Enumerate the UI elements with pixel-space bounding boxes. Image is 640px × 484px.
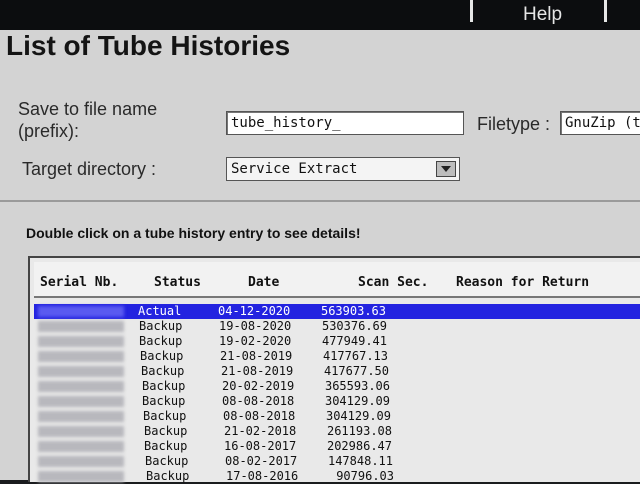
- serial-number-redacted: [38, 306, 124, 317]
- cell-date: 21-08-2019: [221, 364, 294, 378]
- cell-date: 08-02-2017: [225, 454, 298, 468]
- chevron-down-icon[interactable]: [436, 161, 456, 177]
- help-menu[interactable]: Help: [523, 4, 562, 26]
- cell-date: 19-08-2020: [219, 319, 292, 333]
- table-row[interactable]: Backup 19-02-2020 477949.41: [34, 334, 640, 349]
- column-header-date[interactable]: Date: [248, 275, 279, 290]
- table-row[interactable]: Backup 21-08-2019 417677.50: [34, 364, 640, 379]
- cell-date: 17-08-2016: [226, 469, 299, 483]
- top-menu-bar: Help: [0, 0, 640, 30]
- cell-scan-sec: 417767.13: [322, 349, 388, 363]
- cell-status: Backup: [144, 439, 188, 453]
- serial-number-redacted: [38, 381, 124, 392]
- table-row[interactable]: Backup 19-08-2020 530376.69: [34, 319, 640, 334]
- instruction-text: Double click on a tube history entry to …: [26, 225, 361, 241]
- column-header-reason[interactable]: Reason for Return: [456, 275, 589, 290]
- cell-date: 21-02-2018: [224, 424, 297, 438]
- filetype-label: Filetype :: [477, 114, 551, 134]
- table-row[interactable]: Backup 08-08-2018 304129.09: [34, 409, 640, 424]
- target-directory-label: Target directory :: [22, 159, 157, 179]
- table-row[interactable]: Backup 08-02-2017 147848.11: [34, 454, 640, 469]
- cell-scan-sec: 365593.06: [324, 379, 390, 393]
- cell-status: Backup: [142, 394, 186, 408]
- serial-number-redacted: [38, 351, 124, 362]
- cell-scan-sec: 261193.08: [326, 424, 392, 438]
- cell-status: Actual: [138, 304, 182, 318]
- filetype-select[interactable]: GnuZip (txt: [560, 111, 640, 135]
- cell-scan-sec: 90796.03: [336, 469, 394, 483]
- cell-date: 04-12-2020: [218, 304, 291, 318]
- cell-date: 16-08-2017: [224, 439, 297, 453]
- table-row[interactable]: Backup 17-08-2016 90796.03: [34, 469, 640, 484]
- tube-history-table[interactable]: Serial Nb. Status Date Scan Sec. Reason …: [28, 256, 640, 484]
- serial-number-redacted: [38, 426, 124, 437]
- serial-number-redacted: [38, 456, 124, 467]
- table-body: Actual 04-12-2020 563903.63 Backup 19-08-202…: [34, 304, 640, 484]
- page-title: List of Tube Histories: [6, 30, 291, 61]
- table-row[interactable]: Backup 20-02-2019 365593.06: [34, 379, 640, 394]
- cell-status: Backup: [139, 319, 183, 333]
- menu-separator: [604, 0, 607, 22]
- table-row[interactable]: Actual 04-12-2020 563903.63: [34, 304, 640, 319]
- tube-history-window: List of Tube Histories Save to file name…: [0, 30, 640, 484]
- target-directory-value: Service Extract: [231, 161, 358, 177]
- cell-date: 08-08-2018: [223, 409, 296, 423]
- serial-number-redacted: [38, 441, 124, 452]
- cell-scan-sec: 202986.47: [326, 439, 392, 453]
- column-header-scan-sec[interactable]: Scan Sec.: [358, 275, 428, 290]
- serial-number-redacted: [38, 366, 124, 377]
- cell-status: Backup: [146, 469, 190, 483]
- cell-scan-sec: 304129.09: [325, 409, 391, 423]
- cell-status: Backup: [139, 334, 183, 348]
- table-row[interactable]: Backup 21-02-2018 261193.08: [34, 424, 640, 439]
- cell-date: 08-08-2018: [222, 394, 295, 408]
- menu-separator: [470, 0, 473, 22]
- cell-status: Backup: [140, 349, 184, 363]
- cell-scan-sec: 304129.09: [324, 394, 390, 408]
- serial-number-redacted: [38, 411, 124, 422]
- cell-scan-sec: 477949.41: [321, 334, 387, 348]
- cell-status: Backup: [143, 409, 187, 423]
- table-row[interactable]: Backup 21-08-2019 417767.13: [34, 349, 640, 364]
- cell-status: Backup: [141, 364, 185, 378]
- cell-date: 21-08-2019: [220, 349, 293, 363]
- cell-status: Backup: [142, 379, 186, 393]
- cell-scan-sec: 563903.63: [320, 304, 386, 318]
- cell-date: 19-02-2020: [219, 334, 292, 348]
- cell-status: Backup: [144, 424, 188, 438]
- save-filename-label-line2: (prefix):: [18, 121, 80, 141]
- serial-number-redacted: [38, 321, 124, 332]
- table-row[interactable]: Backup 16-08-2017 202986.47: [34, 439, 640, 454]
- table-row[interactable]: Backup 08-08-2018 304129.09: [34, 394, 640, 409]
- cell-scan-sec: 147848.11: [327, 454, 393, 468]
- section-divider: [0, 200, 640, 202]
- filename-prefix-input[interactable]: tube_history_: [226, 111, 464, 135]
- target-directory-select[interactable]: Service Extract: [226, 157, 460, 181]
- serial-number-redacted: [38, 336, 124, 347]
- serial-number-redacted: [38, 396, 124, 407]
- serial-number-redacted: [38, 471, 124, 482]
- cell-scan-sec: 530376.69: [321, 319, 387, 333]
- column-header-status[interactable]: Status: [154, 275, 201, 290]
- cell-scan-sec: 417677.50: [323, 364, 389, 378]
- save-filename-label-line1: Save to file name: [18, 99, 158, 119]
- table-header: Serial Nb. Status Date Scan Sec. Reason …: [34, 262, 640, 298]
- cell-date: 20-02-2019: [222, 379, 295, 393]
- cell-status: Backup: [145, 454, 189, 468]
- save-filename-label: Save to file name (prefix):: [18, 98, 157, 142]
- column-header-serial[interactable]: Serial Nb.: [40, 275, 118, 290]
